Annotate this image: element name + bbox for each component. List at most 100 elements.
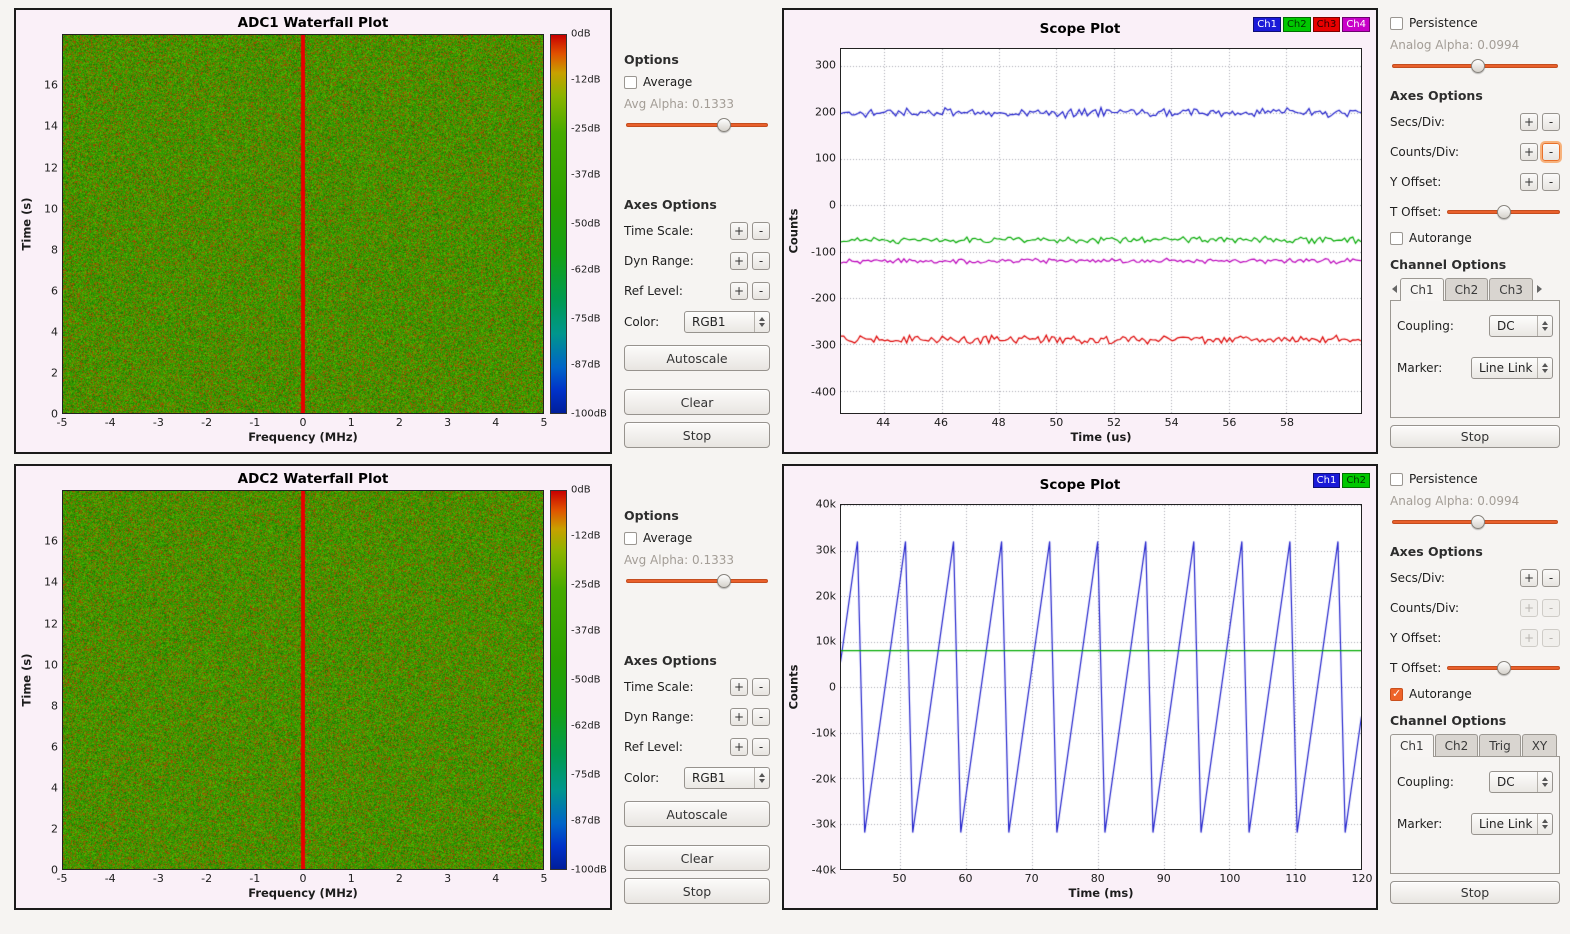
combo-spinner-icon[interactable] [1537, 358, 1552, 378]
ref-level-plus-button[interactable]: + [730, 282, 748, 300]
stop-button[interactable]: Stop [624, 878, 770, 904]
average-checkbox-row[interactable]: Average [624, 531, 770, 545]
y-offset-minus-button[interactable]: - [1542, 173, 1560, 191]
autoscale-button[interactable]: Autoscale [624, 801, 770, 827]
persistence-checkbox[interactable] [1390, 17, 1403, 30]
tab-trig[interactable]: Trig [1479, 734, 1520, 756]
ref-level-minus-button[interactable]: - [752, 282, 770, 300]
slider-handle[interactable] [1497, 205, 1511, 219]
autorange-checkbox-row[interactable]: Autorange [1390, 231, 1560, 245]
counts-div-minus-button[interactable]: - [1542, 143, 1560, 161]
secs-div-minus-button[interactable]: - [1542, 113, 1560, 131]
tab-xy[interactable]: XY [1522, 734, 1558, 756]
autorange-checkbox[interactable] [1390, 688, 1403, 701]
secs-div-minus-button[interactable]: - [1542, 569, 1560, 587]
y-offset-plus-button[interactable]: + [1520, 173, 1538, 191]
legend-ch1[interactable]: Ch1 [1253, 17, 1281, 32]
coupling-combo[interactable]: DC [1489, 771, 1553, 793]
ref-level-minus-button[interactable]: - [752, 738, 770, 756]
slider-track[interactable] [626, 123, 768, 127]
scope1-canvas[interactable] [840, 48, 1362, 414]
dyn-range-minus-button[interactable]: - [752, 252, 770, 270]
tab-ch1[interactable]: Ch1 [1390, 734, 1434, 757]
marker-combo[interactable]: Line Link [1471, 357, 1553, 379]
t-offset-label: T Offset: [1390, 661, 1441, 675]
waterfall2-canvas[interactable] [62, 490, 544, 870]
tab-ch1[interactable]: Ch1 [1400, 278, 1444, 301]
slider-handle[interactable] [717, 574, 731, 588]
t-offset-slider[interactable] [1447, 660, 1560, 676]
slider-handle[interactable] [1471, 515, 1485, 529]
combo-spinner-icon[interactable] [1537, 772, 1552, 792]
legend-ch3[interactable]: Ch3 [1313, 17, 1341, 32]
average-checkbox-row[interactable]: Average [624, 75, 770, 89]
average-checkbox[interactable] [624, 76, 637, 89]
stop-button[interactable]: Stop [1390, 881, 1560, 904]
combo-spinner-icon[interactable] [754, 768, 769, 788]
counts-div-plus-button[interactable]: + [1520, 599, 1538, 617]
waterfall1-canvas[interactable] [62, 34, 544, 414]
stop-button[interactable]: Stop [1390, 425, 1560, 448]
dyn-range-plus-button[interactable]: + [730, 708, 748, 726]
tick-label: 8 [51, 243, 58, 256]
legend-ch4[interactable]: Ch4 [1342, 17, 1370, 32]
color-combo[interactable]: RGB1 [684, 767, 770, 789]
time-scale-minus-button[interactable]: - [752, 222, 770, 240]
secs-div-plus-button[interactable]: + [1520, 113, 1538, 131]
tick-label: 2 [51, 822, 58, 835]
avg-alpha-slider[interactable] [626, 117, 768, 133]
avg-alpha-slider[interactable] [626, 573, 768, 589]
stop-button[interactable]: Stop [624, 422, 770, 448]
slider-handle[interactable] [717, 118, 731, 132]
tab-ch2[interactable]: Ch2 [1435, 734, 1479, 756]
y-offset-minus-button[interactable]: - [1542, 629, 1560, 647]
counts-div-minus-button[interactable]: - [1542, 599, 1560, 617]
counts-div-plus-button[interactable]: + [1520, 143, 1538, 161]
time-scale-plus-button[interactable]: + [730, 678, 748, 696]
y-offset-plus-button[interactable]: + [1520, 629, 1538, 647]
slider-handle[interactable] [1471, 59, 1485, 73]
dyn-range-minus-button[interactable]: - [752, 708, 770, 726]
autorange-checkbox-row[interactable]: Autorange [1390, 687, 1560, 701]
clear-button[interactable]: Clear [624, 389, 770, 415]
legend-ch1[interactable]: Ch1 [1313, 473, 1341, 488]
t-offset-slider[interactable] [1447, 204, 1560, 220]
autorange-checkbox[interactable] [1390, 232, 1403, 245]
analog-alpha-slider[interactable] [1392, 514, 1558, 528]
legend-ch2[interactable]: Ch2 [1342, 473, 1370, 488]
time-scale-plus-button[interactable]: + [730, 222, 748, 240]
analog-alpha-slider[interactable] [1392, 58, 1558, 72]
persistence-checkbox-row[interactable]: Persistence [1390, 472, 1560, 486]
axes-options-header: Axes Options [624, 197, 770, 212]
tick-label: 56 [1222, 416, 1236, 429]
slider-track[interactable] [626, 579, 768, 583]
slider-handle[interactable] [1497, 661, 1511, 675]
tab-ch2[interactable]: Ch2 [1445, 278, 1489, 300]
tick-label: 12 [44, 161, 58, 174]
combo-spinner-icon[interactable] [1537, 316, 1552, 336]
scope2-title: Scope Plot [786, 477, 1374, 493]
dyn-range-plus-button[interactable]: + [730, 252, 748, 270]
combo-spinner-icon[interactable] [754, 312, 769, 332]
scope2-canvas[interactable] [840, 504, 1362, 870]
clear-button[interactable]: Clear [624, 845, 770, 871]
color-combo[interactable]: RGB1 [684, 311, 770, 333]
secs-div-plus-button[interactable]: + [1520, 569, 1538, 587]
tab-scroll-right-icon[interactable] [1534, 281, 1544, 297]
tick-label: -200 [811, 292, 836, 305]
tab-ch3[interactable]: Ch3 [1489, 278, 1533, 300]
persistence-checkbox[interactable] [1390, 473, 1403, 486]
app-window: ADC1 Waterfall Plot Time (s) 16141210864… [0, 0, 1570, 934]
persistence-checkbox-row[interactable]: Persistence [1390, 16, 1560, 30]
time-scale-minus-button[interactable]: - [752, 678, 770, 696]
legend-ch2[interactable]: Ch2 [1283, 17, 1311, 32]
waterfall1-x-ticks: -5-4-3-2-1012345 [62, 414, 544, 429]
coupling-combo[interactable]: DC [1489, 315, 1553, 337]
autoscale-button[interactable]: Autoscale [624, 345, 770, 371]
tab-scroll-left-icon[interactable] [1390, 281, 1400, 297]
dyn-range-label: Dyn Range: [624, 254, 726, 268]
combo-spinner-icon[interactable] [1537, 814, 1552, 834]
ref-level-plus-button[interactable]: + [730, 738, 748, 756]
marker-combo[interactable]: Line Link [1471, 813, 1553, 835]
average-checkbox[interactable] [624, 532, 637, 545]
